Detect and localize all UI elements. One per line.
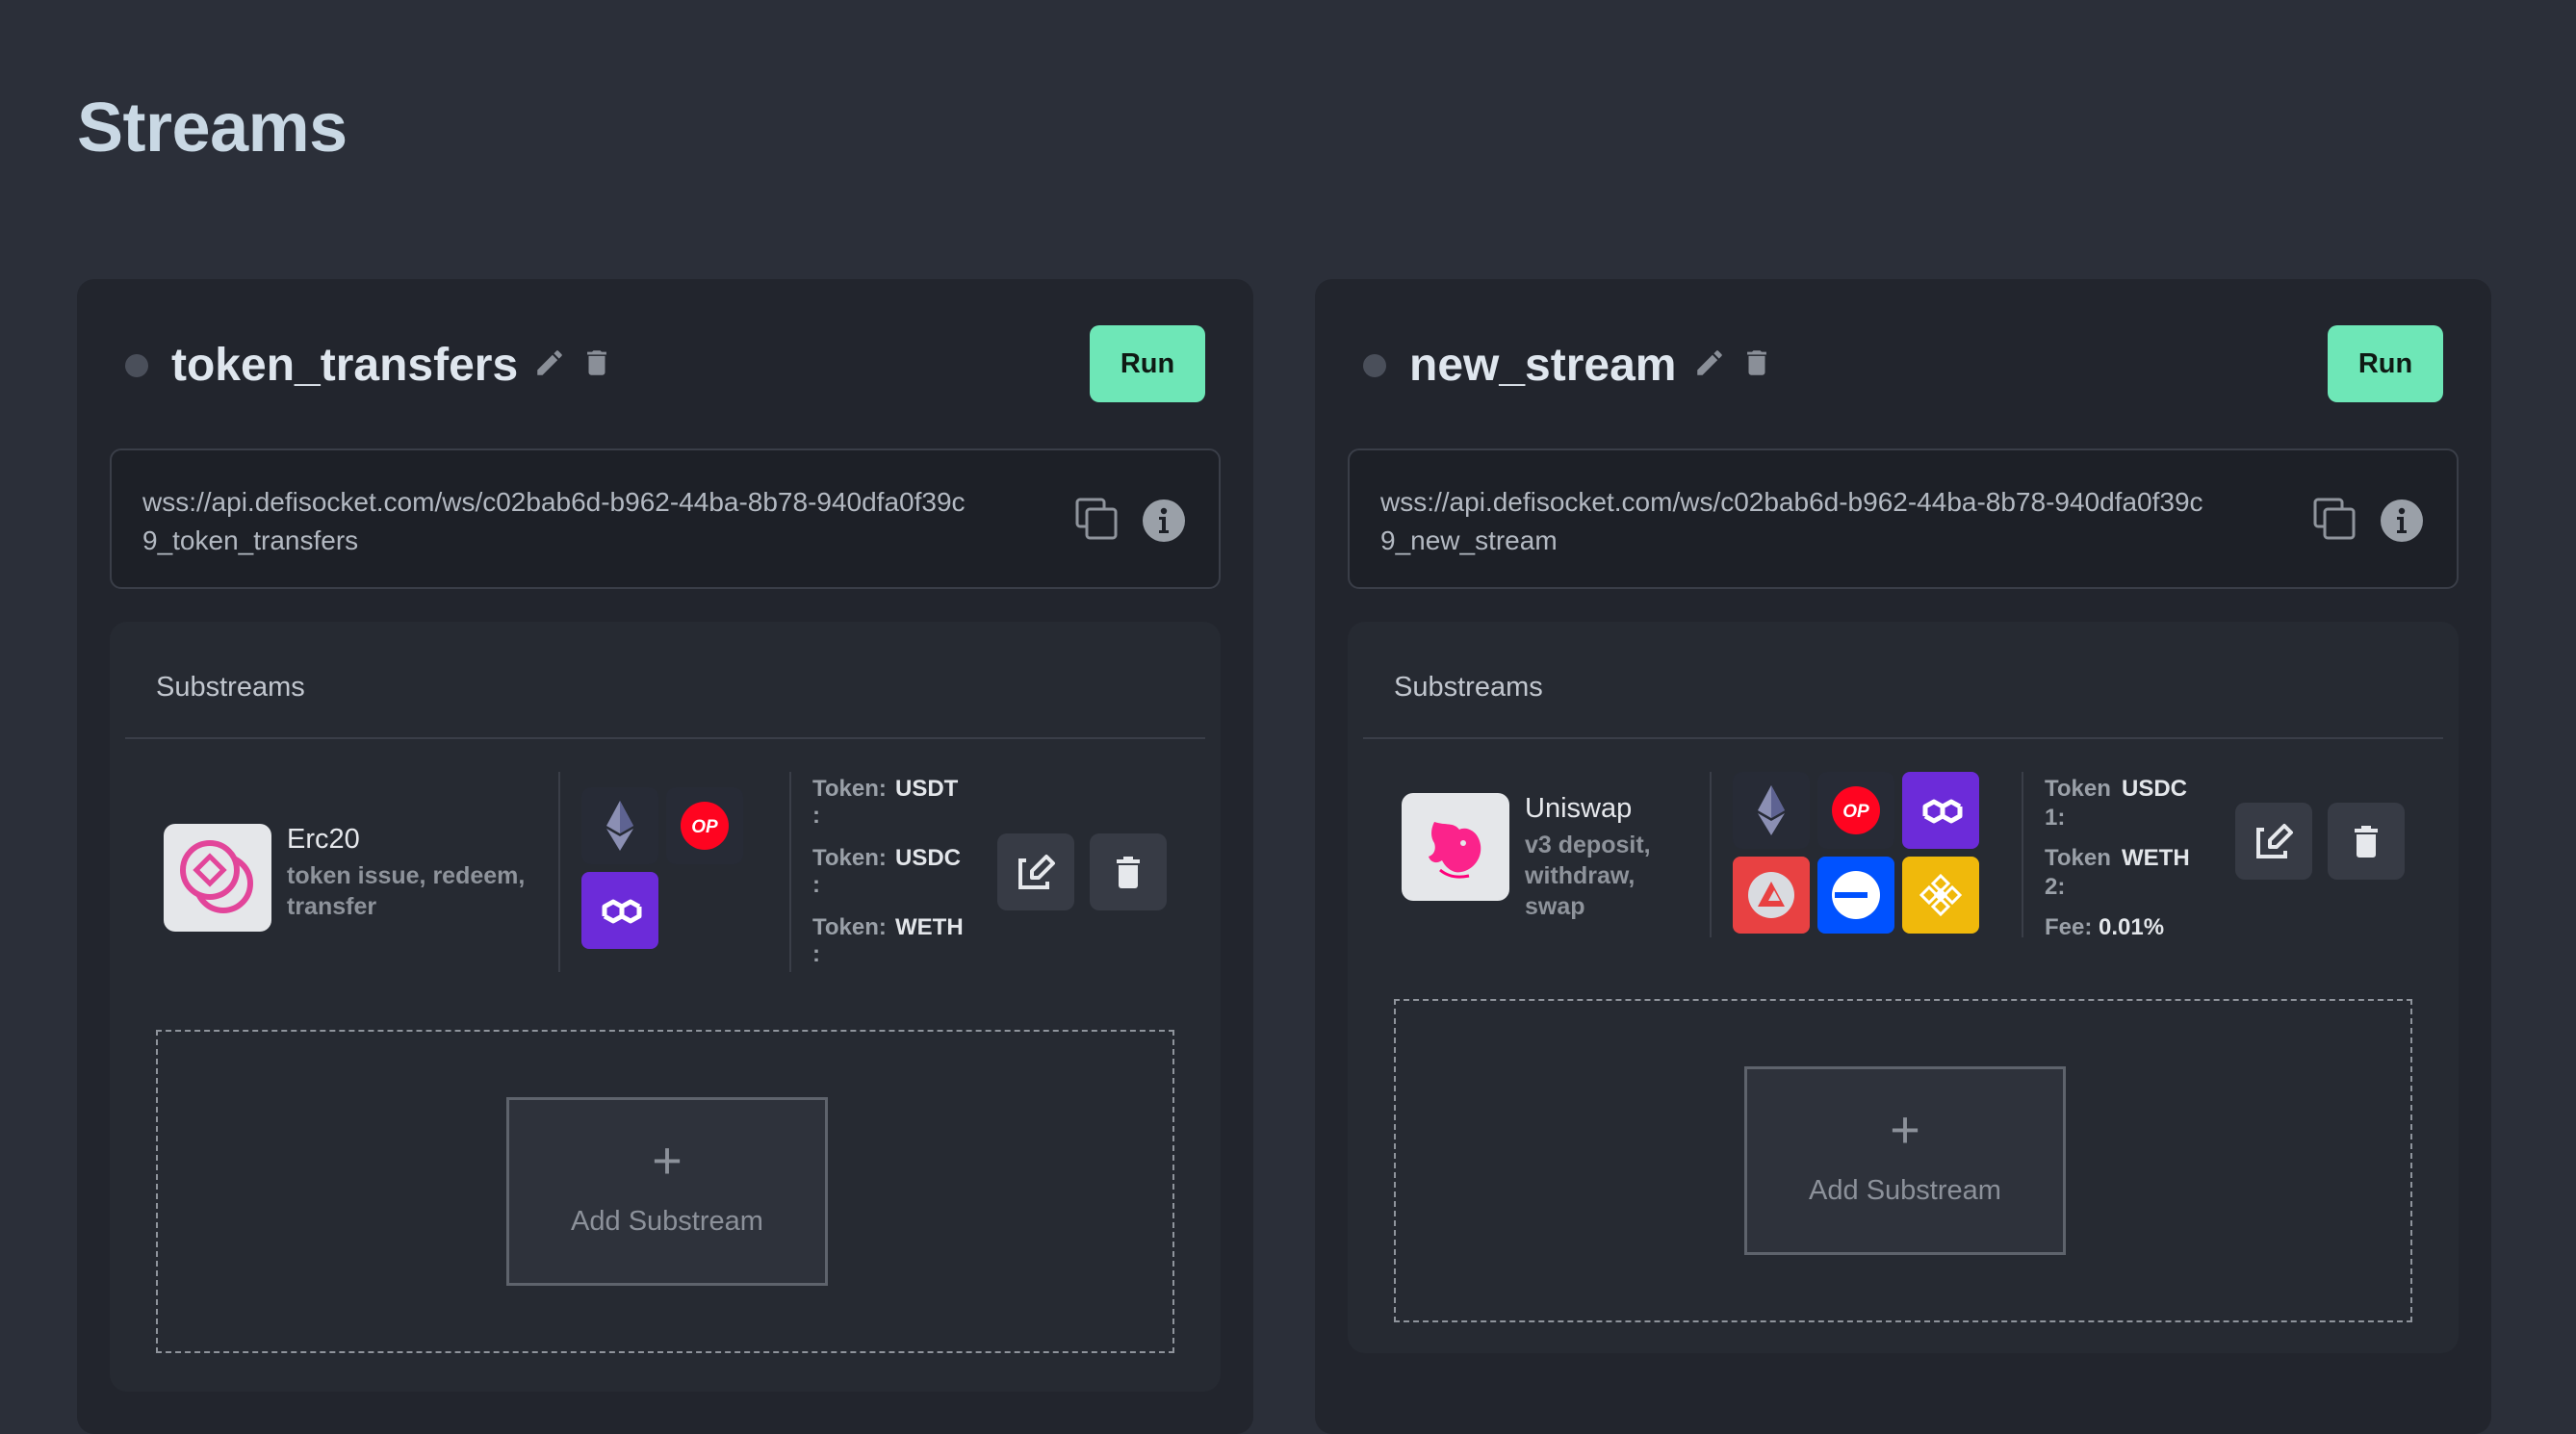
plus-icon: + (1890, 1101, 1920, 1159)
substream-description: token issue, redeem, transfer (287, 862, 526, 920)
optimism-icon: OP (1817, 772, 1894, 849)
substream-row: Uniswap v3 deposit, withdraw, swap OP To… (1348, 772, 2459, 984)
bnb-icon (1902, 857, 1979, 934)
stream-card-token-transfers: token_transfers Run wss://api.defisocket… (77, 279, 1253, 1434)
websocket-url-box: wss://api.defisocket.com/ws/c02bab6d-b96… (1348, 448, 2459, 589)
add-substream-label: Add Substream (1809, 1175, 2001, 1206)
divider (2022, 772, 2023, 937)
run-button[interactable]: Run (1090, 325, 1205, 402)
substream-row: Erc20 token issue, redeem, transfer OP T… (110, 772, 1221, 984)
trash-icon[interactable] (1740, 346, 1773, 379)
add-substream-button[interactable]: + Add Substream (506, 1097, 828, 1286)
stream-name: new_stream (1409, 340, 1677, 391)
info-icon[interactable] (2380, 499, 2424, 543)
add-substream-dropzone: + Add Substream (156, 1030, 1174, 1353)
delete-substream-button[interactable] (2328, 803, 2405, 880)
substreams-panel: Substreams Erc20 token issue, redeem, tr… (110, 622, 1221, 1392)
divider (125, 737, 1205, 739)
delete-substream-button[interactable] (1090, 833, 1167, 910)
substream-name: Erc20 (287, 824, 360, 855)
add-substream-button[interactable]: + Add Substream (1744, 1066, 2066, 1255)
stream-header: token_transfers Run (77, 325, 1253, 402)
pencil-icon[interactable] (1693, 346, 1726, 379)
ethereum-icon (581, 787, 658, 864)
status-indicator (125, 354, 148, 377)
divider (1363, 737, 2443, 739)
ethereum-icon (1733, 772, 1810, 849)
add-substream-label: Add Substream (571, 1206, 763, 1237)
svg-text:OP: OP (691, 817, 718, 837)
substreams-title: Substreams (156, 672, 305, 703)
plus-icon: + (652, 1132, 683, 1190)
divider (789, 772, 791, 972)
polygon-icon (581, 872, 658, 949)
copy-icon[interactable] (2312, 497, 2357, 541)
trash-icon[interactable] (580, 346, 613, 379)
edit-substream-button[interactable] (2235, 803, 2312, 880)
status-indicator (1363, 354, 1386, 377)
polygon-icon (1902, 772, 1979, 849)
edit-substream-button[interactable] (997, 833, 1074, 910)
divider (558, 772, 560, 972)
page-title: Streams (77, 90, 348, 166)
copy-icon[interactable] (1074, 497, 1119, 541)
substream-params: Token USDC 1: Token WETH 2: Fee: 0.01% (2045, 776, 2190, 940)
optimism-icon: OP (666, 787, 743, 864)
stream-header: new_stream Run (1315, 325, 2491, 402)
info-icon[interactable] (1142, 499, 1186, 543)
add-substream-dropzone: + Add Substream (1394, 999, 2412, 1322)
websocket-url-box: wss://api.defisocket.com/ws/c02bab6d-b96… (110, 448, 1221, 589)
substream-params: Token: USDT : Token: USDC : Token: WETH … (812, 776, 964, 967)
websocket-url[interactable]: wss://api.defisocket.com/ws/c02bab6d-b96… (1380, 483, 2208, 560)
run-button[interactable]: Run (2328, 325, 2443, 402)
substream-name: Uniswap (1525, 793, 1633, 824)
avalanche-icon (1733, 857, 1810, 934)
base-icon (1817, 857, 1894, 934)
stream-card-new-stream: new_stream Run wss://api.defisocket.com/… (1315, 279, 2491, 1434)
svg-text:OP: OP (1842, 802, 1869, 822)
stream-name: token_transfers (171, 340, 519, 391)
substreams-panel: Substreams Uniswap v3 deposit, withdraw,… (1348, 622, 2459, 1353)
erc20-logo (164, 824, 271, 932)
substreams-title: Substreams (1394, 672, 1543, 703)
substream-description: v3 deposit, withdraw, swap (1525, 832, 1651, 920)
divider (1710, 772, 1712, 937)
websocket-url[interactable]: wss://api.defisocket.com/ws/c02bab6d-b96… (142, 483, 970, 560)
pencil-icon[interactable] (533, 346, 566, 379)
uniswap-logo (1402, 793, 1509, 901)
